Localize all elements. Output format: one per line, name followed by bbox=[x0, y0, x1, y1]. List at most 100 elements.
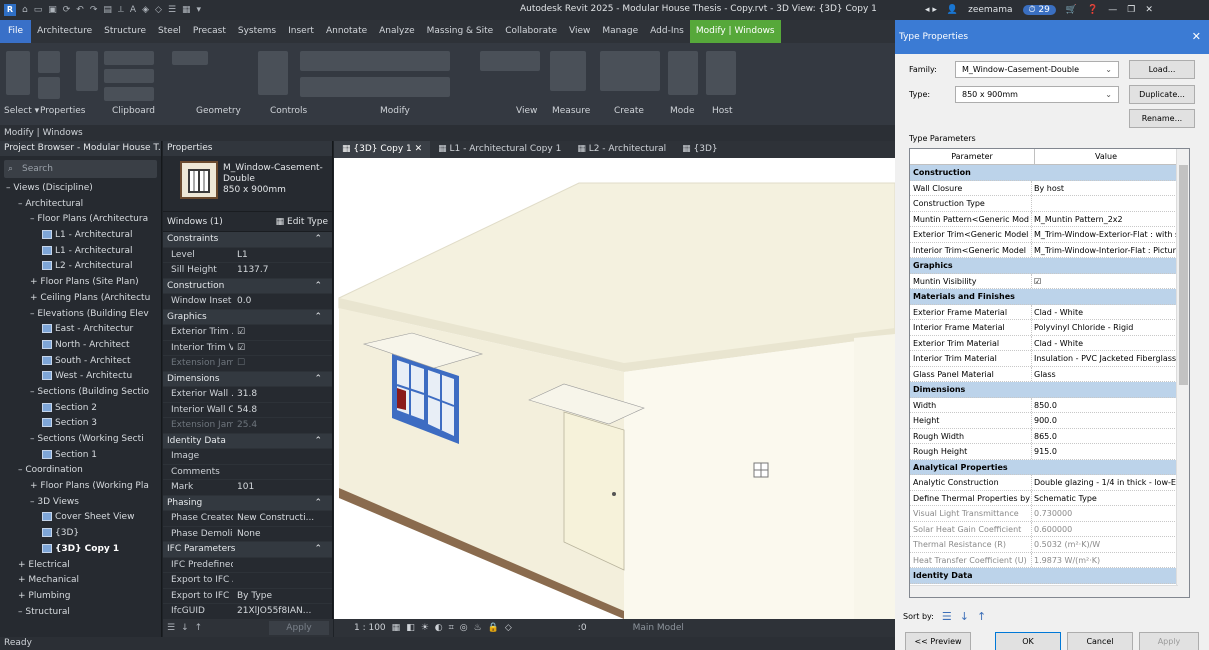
tree-item[interactable]: {3D} Copy 1 bbox=[0, 542, 161, 558]
join-icon[interactable] bbox=[104, 87, 154, 101]
property-row[interactable]: Exterior Wall ... 31.8 bbox=[163, 387, 332, 403]
ribbon-tab-steel[interactable]: Steel bbox=[152, 20, 187, 43]
shadows-icon[interactable]: ◐ bbox=[435, 623, 443, 633]
collapse-icon[interactable]: ⌃ bbox=[314, 279, 322, 294]
edit-type-button[interactable]: ▦ Edit Type bbox=[276, 212, 328, 231]
3d-viewport[interactable] bbox=[334, 158, 895, 619]
property-row[interactable]: IfcGUID 21XlJO55f8IAN... bbox=[163, 604, 332, 620]
apply-button[interactable]: Apply bbox=[1139, 632, 1199, 650]
property-value[interactable]: 101 bbox=[233, 480, 332, 495]
ok-button[interactable]: OK bbox=[995, 632, 1061, 650]
family-select[interactable]: M_Window-Casement-Double ⌄ bbox=[955, 61, 1119, 78]
property-row[interactable]: IFC Predefined... bbox=[163, 558, 332, 573]
ribbon-tab-add-ins[interactable]: Add-Ins bbox=[644, 20, 690, 43]
param-row[interactable]: Width 850.0 bbox=[910, 397, 1189, 413]
property-section[interactable]: Identity Data ⌃ bbox=[163, 433, 332, 449]
lock-view-icon[interactable]: 🔒 bbox=[488, 623, 499, 633]
ribbon-tab-architecture[interactable]: Architecture bbox=[31, 20, 98, 43]
modify-tool-icon[interactable] bbox=[6, 51, 30, 95]
revit-logo-icon[interactable]: R bbox=[4, 4, 16, 16]
param-value[interactable]: By host bbox=[1032, 181, 1178, 196]
param-row[interactable]: Exterior Trim<Generic Model M_Trim-Window… bbox=[910, 227, 1189, 243]
tree-item[interactable]: L1 - Architectural bbox=[0, 228, 161, 244]
property-value[interactable]: 25.4 bbox=[233, 418, 332, 433]
property-value[interactable] bbox=[233, 449, 332, 464]
tree-item[interactable]: – Elevations (Building Elev bbox=[0, 307, 161, 323]
param-value[interactable]: Double glazing - 1/4 in thick - low-E bbox=[1032, 475, 1178, 490]
property-row[interactable]: Export to IFC As bbox=[163, 573, 332, 589]
property-row[interactable]: Interior Wall C...54.8 bbox=[163, 403, 332, 418]
tree-item[interactable]: + Floor Plans (Site Plan) bbox=[0, 275, 161, 291]
cancel-button[interactable]: Cancel bbox=[1067, 632, 1133, 650]
geometry-tools-icon[interactable] bbox=[172, 51, 208, 65]
sync-icon[interactable]: ⟳ bbox=[63, 5, 71, 15]
detail-level-icon[interactable]: ▦ bbox=[392, 623, 401, 633]
view-tab[interactable]: ▦ {3D} bbox=[674, 141, 725, 158]
param-section[interactable]: Dimensions bbox=[910, 382, 1189, 398]
type-select[interactable]: 850 x 900mm ⌄ bbox=[955, 86, 1119, 103]
param-row[interactable]: Solar Heat Gain Coefficient 0.600000 bbox=[910, 521, 1189, 537]
param-value[interactable]: M_Muntin Pattern_2x2 bbox=[1032, 212, 1178, 227]
param-row[interactable]: Muntin Visibility ☑ bbox=[910, 273, 1189, 289]
tree-item[interactable]: – Architectural bbox=[0, 197, 161, 213]
ribbon-tab-collaborate[interactable]: Collaborate bbox=[499, 20, 563, 43]
main-model-label[interactable]: Main Model bbox=[633, 623, 684, 633]
param-row[interactable]: Height 900.0 bbox=[910, 413, 1189, 429]
tree-item[interactable]: East - Architectur bbox=[0, 322, 161, 338]
ribbon-tab-precast[interactable]: Precast bbox=[187, 20, 232, 43]
property-value[interactable]: 21XlJO55f8IAN... bbox=[233, 604, 332, 619]
param-row[interactable]: Muntin Pattern<Generic Mod M_Muntin Patte… bbox=[910, 211, 1189, 227]
param-row[interactable]: Construction Type bbox=[910, 196, 1189, 212]
dialog-close-icon[interactable]: ✕ bbox=[1192, 20, 1201, 54]
restore-icon[interactable]: ❐ bbox=[1127, 5, 1135, 15]
pick-new-host-icon[interactable] bbox=[706, 51, 736, 95]
open-icon[interactable]: ▭ bbox=[34, 5, 43, 15]
visual-style-icon[interactable]: ◧ bbox=[406, 623, 415, 633]
search-input[interactable]: ⌕ Search bbox=[4, 160, 157, 178]
param-row[interactable]: Interior Frame Material Polyvinyl Chlorid… bbox=[910, 320, 1189, 336]
property-section[interactable]: Dimensions ⌃ bbox=[163, 371, 332, 387]
ribbon-group-select-[interactable]: Select ▾ bbox=[4, 106, 39, 116]
tree-item[interactable]: Cover Sheet View bbox=[0, 510, 161, 526]
property-value[interactable]: L1 bbox=[233, 248, 332, 263]
tree-item[interactable]: – Floor Plans (Architectura bbox=[0, 212, 161, 228]
property-section[interactable]: Construction ⌃ bbox=[163, 278, 332, 294]
tree-item[interactable]: + Plumbing bbox=[0, 589, 161, 605]
scrollbar-thumb[interactable] bbox=[1179, 165, 1188, 385]
param-row[interactable]: Analytic Construction Double glazing - 1/… bbox=[910, 475, 1189, 491]
modify-tools-icon[interactable] bbox=[300, 51, 450, 71]
param-value[interactable]: 915.0 bbox=[1032, 444, 1178, 459]
property-row[interactable]: Sill Height 1137.7 bbox=[163, 263, 332, 279]
customize-icon[interactable]: ▾ bbox=[197, 5, 202, 15]
cope-icon[interactable] bbox=[104, 51, 154, 65]
3d-view-icon[interactable]: ◈ bbox=[142, 5, 149, 15]
param-row[interactable]: Interior Trim<Generic Model M_Trim-Window… bbox=[910, 242, 1189, 258]
param-row[interactable]: Thermal Resistance (R) 0.5032 (m²·K)/W bbox=[910, 537, 1189, 553]
param-row[interactable]: Define Thermal Properties by Schematic Ty… bbox=[910, 490, 1189, 506]
tree-item[interactable]: – Sections (Building Sectio bbox=[0, 385, 161, 401]
categorize-icon[interactable]: ☰ bbox=[942, 610, 952, 623]
cart-icon[interactable]: 🛒 bbox=[1066, 5, 1077, 15]
property-row[interactable]: Image bbox=[163, 449, 332, 465]
param-value[interactable]: 0.600000 bbox=[1032, 522, 1178, 537]
view-tools-icon[interactable] bbox=[480, 51, 540, 71]
param-value[interactable]: Schematic Type bbox=[1032, 491, 1178, 506]
save-icon[interactable]: ▣ bbox=[48, 5, 57, 15]
analytical-model-icon[interactable]: ◇ bbox=[505, 623, 512, 633]
property-section[interactable]: Graphics ⌃ bbox=[163, 309, 332, 325]
property-value[interactable]: ☑ bbox=[233, 325, 332, 340]
properties-icon[interactable] bbox=[38, 77, 60, 99]
property-value[interactable]: None bbox=[233, 527, 332, 542]
property-section[interactable]: IFC Parameters ⌃ bbox=[163, 542, 332, 558]
param-value[interactable]: M_Trim-Window-Exterior-Flat : with s bbox=[1032, 227, 1178, 242]
property-value[interactable]: 1137.7 bbox=[233, 263, 332, 278]
collapse-icon[interactable]: ⌃ bbox=[314, 372, 322, 387]
user-name[interactable]: zeemama bbox=[968, 5, 1012, 15]
view-tab[interactable]: ▦ L2 - Architectural bbox=[569, 141, 674, 158]
type-selector[interactable]: M_Window-Casement-Double 850 x 900mm bbox=[163, 156, 332, 212]
collapse-icon[interactable]: ⌃ bbox=[314, 310, 322, 325]
property-row[interactable]: Comments bbox=[163, 465, 332, 480]
minimize-icon[interactable]: — bbox=[1108, 5, 1117, 15]
property-value[interactable] bbox=[233, 558, 332, 573]
tree-item[interactable]: + Mechanical bbox=[0, 573, 161, 589]
